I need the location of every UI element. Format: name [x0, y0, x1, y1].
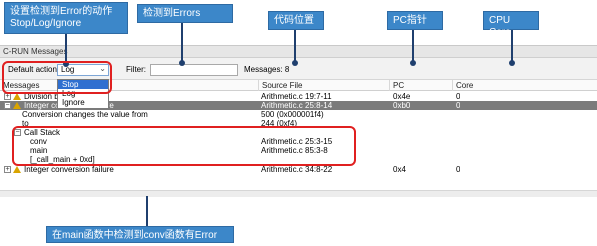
horizontal-scrollbar[interactable] [0, 190, 597, 197]
row-source: 500 (0x000001f4) [261, 110, 324, 119]
row-core: 0 [456, 92, 461, 101]
expand-icon[interactable]: + [4, 166, 11, 173]
warning-icon [13, 93, 21, 100]
connector-code [294, 30, 296, 63]
connector-pc [412, 30, 414, 63]
connector-dot-errors [179, 60, 185, 66]
table-row[interactable]: + Integer conversion failure Arithmetic.… [0, 165, 597, 174]
highlight-default-action [2, 61, 112, 94]
row-message: Conversion changes the value from [22, 110, 148, 119]
column-core[interactable]: Core [453, 80, 597, 91]
connector-action [65, 34, 67, 64]
messages-count: Messages: 8 [244, 65, 290, 74]
collapse-icon[interactable]: − [4, 102, 11, 109]
row-source: Arithmetic.c 19:7-11 [261, 92, 332, 101]
warning-icon [13, 102, 21, 109]
callout-cpu: CPU Core [483, 11, 539, 38]
expand-icon[interactable]: + [4, 93, 11, 100]
column-pc[interactable]: PC [390, 80, 453, 91]
filter-input[interactable] [150, 64, 238, 76]
column-source-file[interactable]: Source File [259, 80, 390, 91]
warning-icon [13, 166, 21, 173]
crun-messages-window: C-RUN Messages Default action: Log ⌄ Fil… [0, 45, 597, 197]
connector-cpu [511, 30, 513, 63]
row-pc: 0x4 [393, 165, 406, 174]
row-core: 0 [456, 165, 461, 174]
connector-dot-cpu [509, 60, 515, 66]
connector-dot-pc [410, 60, 416, 66]
dropdown-option-ignore[interactable]: Ignore [58, 98, 108, 107]
callout-code: 代码位置 [268, 11, 324, 30]
connector-errors [181, 23, 183, 63]
row-source: Arithmetic.c 25:8-14 [261, 101, 333, 110]
connector-bottom [146, 196, 148, 226]
highlight-call-stack [12, 126, 356, 166]
row-pc: 0xb0 [393, 101, 411, 110]
row-message: Integer conversion failure [24, 165, 114, 174]
table-row[interactable]: Conversion changes the value from 500 (0… [0, 110, 597, 119]
callout-pc: PC指针 [387, 11, 443, 30]
callout-action: 设置检测到Error的动作 Stop/Log/Ignore [4, 2, 128, 34]
row-core: 0 [456, 101, 461, 110]
window-title: C-RUN Messages [0, 46, 597, 58]
connector-dot-code [292, 60, 298, 66]
row-source: Arithmetic.c 34:8-22 [261, 165, 333, 174]
row-pc: 0x4e [393, 92, 411, 101]
callout-errors: 检测到Errors [137, 4, 233, 23]
callout-bottom: 在main函数中检测到conv函数有Error [46, 226, 234, 243]
filter-label-visible: Filter: [126, 65, 146, 74]
